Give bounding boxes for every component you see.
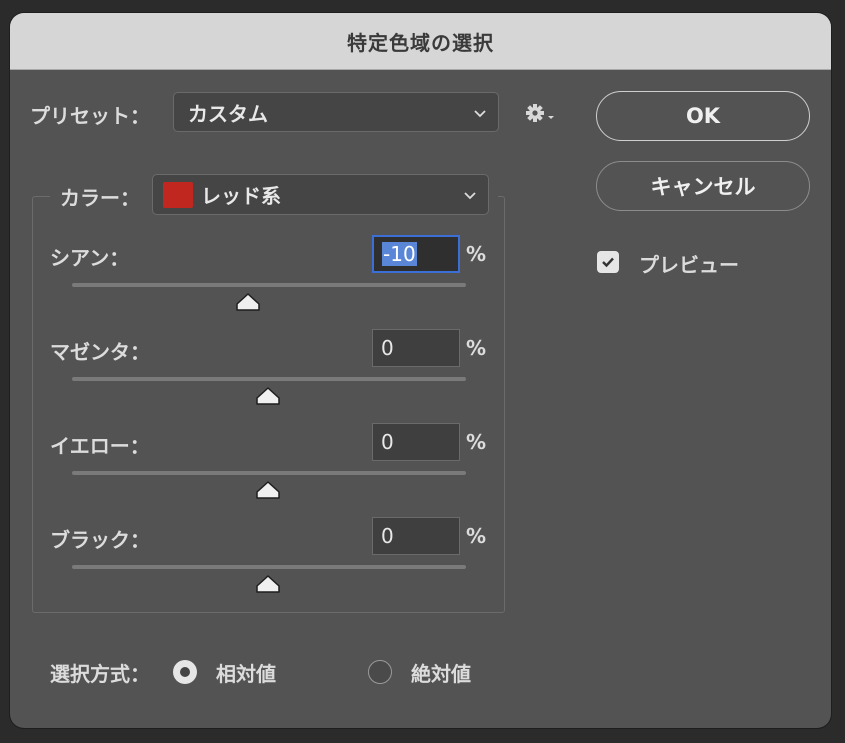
color-label: カラー： — [60, 186, 140, 210]
yellow-input[interactable]: 0 — [372, 423, 460, 461]
magenta-label: マゼンタ： — [50, 340, 150, 364]
yellow-unit: % — [466, 430, 487, 454]
absolute-label[interactable]: 絶対値 — [411, 658, 471, 687]
preview-label: プレビュー — [639, 253, 739, 277]
cyan-slider-handle[interactable] — [235, 292, 261, 312]
yellow-slider-track[interactable] — [72, 471, 466, 475]
magenta-value: 0 — [381, 336, 394, 360]
magenta-slider-track[interactable] — [72, 377, 466, 381]
method-label: 選択方式： — [50, 662, 150, 686]
cyan-unit: % — [466, 242, 487, 266]
cyan-slider-track[interactable] — [72, 283, 466, 287]
preset-value: カスタム — [188, 101, 268, 126]
yellow-value: 0 — [381, 430, 394, 454]
chevron-down-icon — [474, 110, 486, 118]
title-bar: 特定色域の選択 — [10, 13, 831, 70]
black-input[interactable]: 0 — [372, 517, 460, 555]
cancel-button[interactable]: キャンセル — [596, 161, 810, 211]
cyan-label: シアン： — [50, 246, 130, 270]
cyan-value: -10 — [382, 242, 417, 266]
yellow-slider-handle[interactable] — [255, 480, 281, 500]
black-label: ブラック： — [50, 528, 150, 552]
selective-color-dialog: 特定色域の選択 プリセット： カスタム OK キャンセル プレビュー カラー： … — [10, 13, 831, 728]
black-slider-handle[interactable] — [255, 574, 281, 594]
relative-radio[interactable] — [173, 660, 197, 684]
ok-button[interactable]: OK — [596, 91, 810, 141]
preview-checkbox[interactable] — [597, 251, 619, 273]
black-slider-track[interactable] — [72, 565, 466, 569]
magenta-input[interactable]: 0 — [372, 329, 460, 367]
preset-select[interactable]: カスタム — [173, 92, 499, 132]
magenta-slider-handle[interactable] — [255, 386, 281, 406]
gear-icon[interactable] — [524, 101, 558, 125]
yellow-label: イエロー： — [50, 434, 150, 458]
color-value: レッド系 — [201, 184, 281, 208]
absolute-radio[interactable] — [368, 660, 392, 684]
relative-label[interactable]: 相対値 — [216, 658, 276, 687]
preset-label: プリセット： — [30, 104, 150, 128]
cyan-input[interactable]: -10 — [372, 235, 460, 273]
magenta-unit: % — [466, 336, 487, 360]
window-title: 特定色域の選択 — [347, 30, 494, 55]
checkmark-icon — [602, 257, 614, 268]
black-value: 0 — [381, 524, 394, 548]
black-unit: % — [466, 524, 487, 548]
color-swatch — [163, 181, 193, 208]
color-select[interactable]: レッド系 — [152, 174, 489, 215]
chevron-down-icon — [464, 192, 476, 200]
